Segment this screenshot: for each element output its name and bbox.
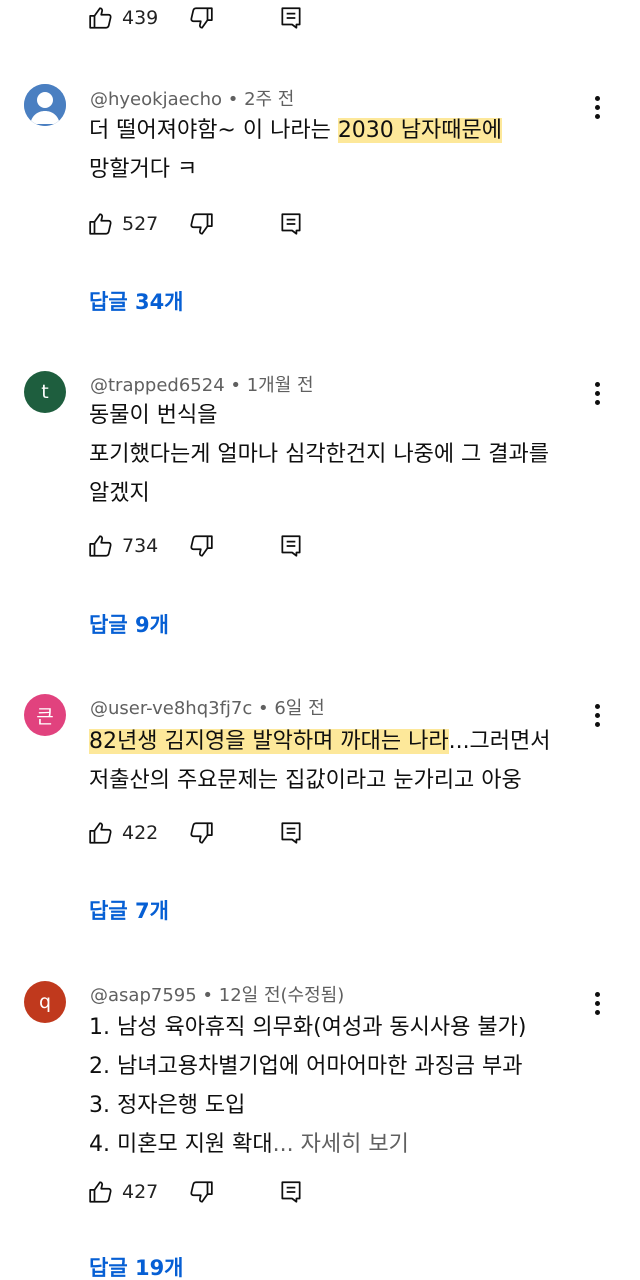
like-count: 527: [122, 213, 159, 235]
comments-page: 439 @hyeokjaecho • 2주 전 더 떨어져야함~ 이 나라는 2…: [0, 0, 640, 1280]
comment-time: 2주 전: [244, 89, 295, 110]
comment-reply-icon: [278, 1179, 304, 1205]
username[interactable]: @asap7595: [90, 985, 197, 1006]
like-count: 734: [122, 535, 159, 557]
comment-line: 4. 미혼모 지원 확대... 자세히 보기: [89, 1132, 409, 1157]
comment-actions: 527: [88, 207, 304, 241]
comment-text: 더 떨어져야함~ 이 나라는 2030 남자때문에 망할거다 ㅋ: [89, 111, 619, 189]
comment-meta: @hyeokjaecho • 2주 전: [90, 85, 294, 111]
dislike-button[interactable]: [188, 211, 214, 237]
dislike-button[interactable]: [188, 1179, 214, 1205]
thumbs-up-icon: [88, 211, 114, 237]
reply-button[interactable]: [278, 533, 304, 559]
comment-line: 82년생 김지영을 발악하며 까대는 나라...그러면서: [89, 729, 551, 754]
comment-line: 알겠지: [89, 481, 150, 506]
comment-meta: @asap7595 • 12일 전(수정됨): [90, 981, 344, 1007]
like-button[interactable]: 439: [88, 5, 158, 31]
avatar[interactable]: t: [24, 371, 66, 413]
dislike-button[interactable]: [188, 5, 214, 31]
view-replies-link[interactable]: 답글 19개: [89, 1252, 184, 1280]
thumbs-up-icon: [88, 533, 114, 559]
default-user-avatar-icon: [24, 84, 66, 126]
username[interactable]: @trapped6524: [90, 375, 225, 396]
like-count: 422: [122, 822, 159, 844]
like-button[interactable]: 427: [88, 1179, 158, 1205]
comment-text: 82년생 김지영을 발악하며 까대는 나라...그러면서 저출산의 주요문제는 …: [89, 722, 619, 800]
comment-time: 1개월 전: [246, 375, 314, 396]
comment-actions: 427: [88, 1175, 304, 1209]
comment-reply-icon: [278, 5, 304, 31]
avatar[interactable]: [24, 84, 66, 126]
comment-meta: @user-ve8hq3fj7c • 6일 전: [90, 694, 325, 720]
comment-text: 동물이 번식을 포기했다는게 얼마나 심각한건지 나중에 그 결과를 알겠지: [89, 396, 619, 513]
thumbs-down-icon: [188, 820, 214, 846]
avatar[interactable]: 큰: [24, 694, 66, 736]
thumbs-down-icon: [188, 533, 214, 559]
read-more-link[interactable]: ... 자세히 보기: [273, 1132, 409, 1157]
comment-text: 1. 남성 육아휴직 의무화(여성과 동시사용 불가) 2. 남녀고용차별기업에…: [89, 1008, 619, 1164]
comment-reply-icon: [278, 820, 304, 846]
view-replies-link[interactable]: 답글 7개: [89, 895, 169, 925]
like-button[interactable]: 527: [88, 211, 158, 237]
dislike-button[interactable]: [188, 533, 214, 559]
top-comment-actions: 439: [88, 1, 304, 35]
comment-line: 더 떨어져야함~ 이 나라는 2030 남자때문에: [89, 118, 502, 143]
comment-actions: 734: [88, 529, 304, 563]
reply-button[interactable]: [278, 820, 304, 846]
comment-line: 동물이 번식을: [89, 403, 218, 428]
meta-separator: •: [230, 375, 247, 396]
reply-button[interactable]: [278, 5, 304, 31]
meta-separator: •: [258, 698, 275, 719]
thumbs-up-icon: [88, 5, 114, 31]
comment-reply-icon: [278, 211, 304, 237]
meta-separator: •: [227, 89, 245, 110]
reply-button[interactable]: [278, 1179, 304, 1205]
reply-button[interactable]: [278, 211, 304, 237]
comment-time: 6일 전: [274, 698, 325, 719]
comment-time: 12일 전(수정됨): [218, 985, 345, 1006]
comment-line: 저출산의 주요문제는 집값이라고 눈가리고 아웅: [89, 768, 522, 793]
username[interactable]: @hyeokjaecho: [90, 89, 222, 110]
thumbs-down-icon: [188, 1179, 214, 1205]
thumbs-up-icon: [88, 820, 114, 846]
comment-line: 1. 남성 육아휴직 의무화(여성과 동시사용 불가): [89, 1015, 527, 1040]
dislike-button[interactable]: [188, 820, 214, 846]
like-button[interactable]: 422: [88, 820, 158, 846]
like-button[interactable]: 734: [88, 533, 158, 559]
comment-line: 2. 남녀고용차별기업에 어마어마한 과징금 부과: [89, 1054, 523, 1079]
thumbs-down-icon: [188, 211, 214, 237]
meta-separator: •: [202, 985, 219, 1006]
comment-meta: @trapped6524 • 1개월 전: [90, 371, 314, 397]
like-count: 427: [122, 1181, 159, 1203]
comment-reply-icon: [278, 533, 304, 559]
view-replies-link[interactable]: 답글 34개: [89, 286, 184, 316]
comment-line: 3. 정자은행 도입: [89, 1093, 246, 1118]
comment-line: 망할거다 ㅋ: [89, 157, 198, 182]
username[interactable]: @user-ve8hq3fj7c: [90, 698, 252, 719]
thumbs-down-icon: [188, 5, 214, 31]
thumbs-up-icon: [88, 1179, 114, 1205]
like-count: 439: [122, 7, 159, 29]
comment-line: 포기했다는게 얼마나 심각한건지 나중에 그 결과를: [89, 442, 550, 467]
comment-actions: 422: [88, 816, 304, 850]
avatar[interactable]: q: [24, 981, 66, 1023]
view-replies-link[interactable]: 답글 9개: [89, 609, 169, 639]
